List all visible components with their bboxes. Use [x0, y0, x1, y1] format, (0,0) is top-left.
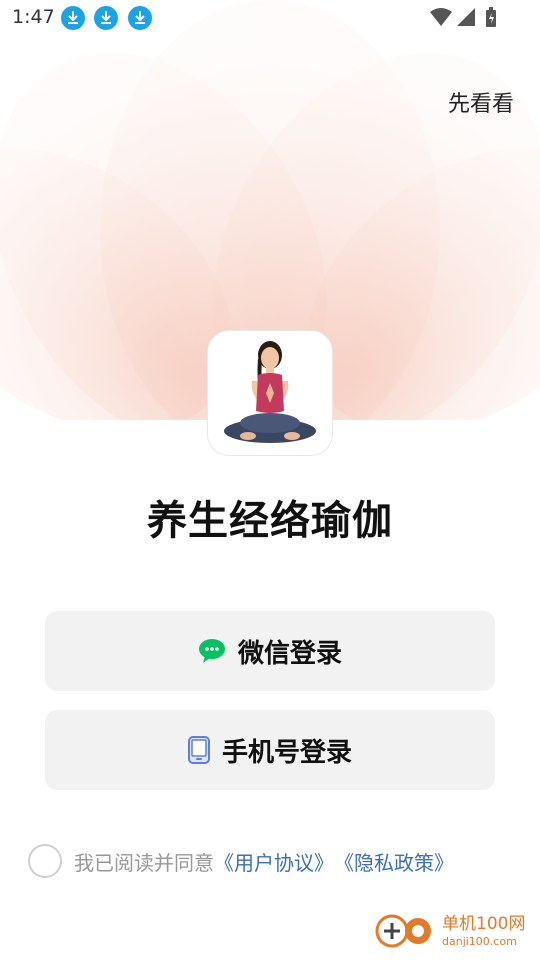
- system-status-icons: [430, 7, 496, 27]
- status-bar: 1:47: [0, 0, 540, 36]
- download-icon: [94, 6, 118, 30]
- status-time: 1:47: [12, 6, 55, 28]
- wechat-login-button[interactable]: 微信登录: [45, 611, 495, 691]
- watermark-logo-icon: [375, 914, 431, 948]
- agreement-prefix: 我已阅读并同意: [74, 850, 214, 875]
- watermark-name: 单机100网: [442, 913, 526, 934]
- signal-icon: [457, 8, 475, 26]
- agreement-checkbox[interactable]: [28, 844, 62, 878]
- phone-icon: [187, 736, 210, 764]
- watermark-domain: danji100.com: [442, 934, 517, 948]
- skip-link[interactable]: 先看看: [448, 86, 514, 118]
- download-icon: [61, 6, 85, 30]
- yoga-meditation-logo: [224, 341, 316, 443]
- agreement-row: 我已阅读并同意 《用户协议》 《隐私政策》: [28, 842, 454, 880]
- watermark: 单机100网 danji100.com: [374, 906, 534, 956]
- battery-charging-icon: [486, 7, 496, 27]
- wechat-icon: [198, 639, 225, 663]
- download-icon: [128, 6, 152, 30]
- privacy-policy-link[interactable]: 《隐私政策》: [334, 847, 454, 876]
- wifi-icon: [430, 8, 452, 26]
- phone-login-label: 手机号登录: [221, 737, 352, 768]
- wechat-login-label: 微信登录: [237, 638, 342, 669]
- phone-login-button[interactable]: 手机号登录: [45, 710, 495, 790]
- user-agreement-link[interactable]: 《用户协议》: [214, 847, 334, 876]
- app-logo: [207, 330, 333, 456]
- app-title: 养生经络瑜伽: [147, 498, 393, 544]
